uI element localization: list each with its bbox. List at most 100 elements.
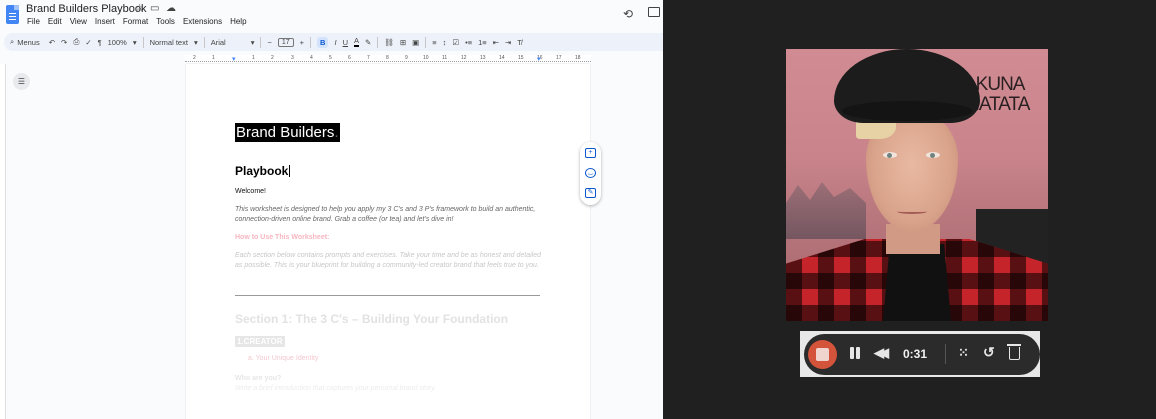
- increase-font-size-icon[interactable]: +: [300, 38, 304, 47]
- bulleted-list-icon[interactable]: •≡: [465, 38, 472, 47]
- underline-button[interactable]: U: [343, 38, 348, 47]
- line-spacing-icon[interactable]: ↕: [443, 38, 447, 47]
- font-select[interactable]: Arial: [211, 38, 245, 47]
- creator-heading[interactable]: 1.CREATOR: [235, 336, 285, 347]
- title-bar: Brand Builders Playbook ☆ ▭ ☁ File Edit …: [0, 0, 663, 32]
- font-size-input[interactable]: 17: [277, 37, 294, 47]
- menu-help[interactable]: Help: [230, 17, 246, 26]
- ruler-number: 17: [556, 55, 562, 61]
- question-heading[interactable]: Who are you?: [235, 375, 281, 382]
- ruler-number: 1: [212, 55, 215, 61]
- ruler-number: 8: [386, 55, 389, 61]
- menu-file[interactable]: File: [27, 17, 40, 26]
- add-comment-icon[interactable]: +: [585, 148, 596, 158]
- divider: [377, 36, 379, 48]
- ruler-number: 15: [518, 55, 524, 61]
- chevron-down-icon: ▾: [193, 37, 198, 47]
- docs-logo-icon[interactable]: [6, 5, 19, 24]
- star-icon[interactable]: ☆: [135, 3, 144, 14]
- ruler-number: 14: [499, 55, 505, 61]
- divider: [203, 36, 205, 48]
- comments-icon[interactable]: [648, 7, 660, 17]
- subheading-text: Playbook: [235, 164, 289, 178]
- stop-recording-button[interactable]: [808, 340, 837, 369]
- style-select[interactable]: Normal text: [150, 38, 188, 47]
- version-history-icon[interactable]: ⟲: [623, 7, 633, 21]
- formatting-toolbar: ⌕ Menus ↶ ↷ ⎙ ✓ ¶ 100% ▾ Normal text ▾ A…: [4, 33, 663, 51]
- divider: [142, 36, 144, 48]
- spellcheck-icon[interactable]: ✓: [85, 38, 91, 47]
- vertical-ruler[interactable]: [0, 64, 6, 419]
- black-tshirt: [883, 244, 951, 321]
- menu-insert[interactable]: Insert: [95, 17, 115, 26]
- numbered-list-icon[interactable]: 1≡: [478, 38, 487, 47]
- search-menus[interactable]: ⌕ Menus: [10, 37, 40, 47]
- howto-heading[interactable]: How to Use This Worksheet:: [235, 234, 329, 241]
- restart-icon[interactable]: ↺: [983, 345, 995, 360]
- ruler-number: 6: [348, 55, 351, 61]
- google-docs-window: Brand Builders Playbook ☆ ▭ ☁ File Edit …: [0, 0, 663, 419]
- bold-button[interactable]: B: [317, 36, 329, 48]
- recording-controls: ◀◀ 0:31 ⁙ ↺: [804, 334, 1040, 375]
- ruler-number: 4: [310, 55, 313, 61]
- increase-indent-icon[interactable]: ⇥: [505, 38, 511, 47]
- menu-edit[interactable]: Edit: [48, 17, 62, 26]
- cloud-status-icon[interactable]: ☁: [166, 3, 176, 14]
- document-title[interactable]: Brand Builders Playbook: [26, 3, 146, 15]
- add-comment-toolbar-icon[interactable]: ⊞: [400, 38, 406, 47]
- intro-paragraph[interactable]: This worksheet is designed to help you a…: [235, 205, 541, 225]
- left-indent-marker-icon[interactable]: ▾: [232, 55, 236, 63]
- link-icon[interactable]: ⛓: [384, 38, 394, 47]
- webcam-preview[interactable]: AKUNA MATATA: [786, 49, 1048, 321]
- zoom-select[interactable]: 100%: [108, 38, 127, 47]
- left-eye: [883, 152, 897, 158]
- list-item[interactable]: a. Your Unique Identity: [248, 355, 318, 362]
- howto-paragraph[interactable]: Each section below contains prompts and …: [235, 251, 541, 271]
- checklist-icon[interactable]: ☑: [452, 38, 459, 47]
- document-page[interactable]: Brand Builders. Playbook Welcome! This w…: [186, 64, 590, 419]
- ruler-numbers: 2 1 1 2 3 4 5 6 7 8 9 10 11 12 13 14 15 …: [185, 55, 591, 63]
- heading-suffix: .: [334, 124, 339, 141]
- more-options-grid-icon[interactable]: ⁙: [958, 346, 969, 360]
- search-icon: ⌕: [10, 37, 15, 46]
- menu-tools[interactable]: Tools: [156, 17, 175, 26]
- align-icon[interactable]: ≡: [432, 38, 436, 47]
- section-heading[interactable]: Section 1: The 3 C's – Building Your Fou…: [235, 312, 508, 326]
- divider: [260, 36, 262, 48]
- italic-button[interactable]: I: [334, 38, 336, 47]
- ruler-number: 7: [367, 55, 370, 61]
- divider: [945, 344, 946, 364]
- text-color-button[interactable]: A: [353, 37, 359, 47]
- suggest-edits-icon[interactable]: ✎: [585, 188, 596, 198]
- decrease-indent-icon[interactable]: ⇤: [493, 38, 499, 47]
- document-subheading[interactable]: Playbook: [235, 164, 291, 178]
- print-icon[interactable]: ⎙: [73, 37, 79, 47]
- menu-extensions[interactable]: Extensions: [183, 17, 222, 26]
- document-outline-icon[interactable]: ☰: [13, 73, 30, 90]
- menu-bar: File Edit View Insert Format Tools Exten…: [27, 17, 247, 26]
- highlight-icon[interactable]: ✎: [365, 38, 371, 47]
- pause-icon[interactable]: [848, 346, 862, 360]
- document-heading[interactable]: Brand Builders.: [235, 123, 340, 142]
- paint-format-icon[interactable]: ¶: [98, 38, 102, 47]
- rewind-icon[interactable]: ◀◀: [874, 346, 889, 360]
- insert-image-icon[interactable]: ▣: [412, 38, 419, 47]
- divider: [425, 36, 427, 48]
- welcome-text[interactable]: Welcome!: [235, 188, 266, 195]
- chevron-down-icon: ▾: [132, 37, 137, 47]
- undo-icon[interactable]: ↶: [49, 38, 55, 47]
- question-prompt[interactable]: Write a brief introduction that captures…: [235, 384, 541, 394]
- menu-format[interactable]: Format: [123, 17, 148, 26]
- ruler-number: 1: [252, 55, 255, 61]
- heading-text: Brand Builders: [236, 124, 335, 141]
- clear-formatting-icon[interactable]: T̸: [517, 38, 522, 47]
- decrease-font-size-icon[interactable]: −: [267, 38, 271, 47]
- right-indent-marker-icon[interactable]: ▾: [537, 55, 541, 63]
- horizontal-rule: [235, 295, 540, 296]
- horizontal-ruler[interactable]: 2 1 1 2 3 4 5 6 7 8 9 10 11 12 13 14 15 …: [185, 55, 591, 64]
- redo-icon[interactable]: ↷: [61, 38, 67, 47]
- emoji-reaction-icon[interactable]: ‿: [585, 168, 596, 178]
- move-folder-icon[interactable]: ▭: [150, 3, 159, 14]
- trash-icon[interactable]: [1007, 344, 1021, 360]
- menu-view[interactable]: View: [70, 17, 87, 26]
